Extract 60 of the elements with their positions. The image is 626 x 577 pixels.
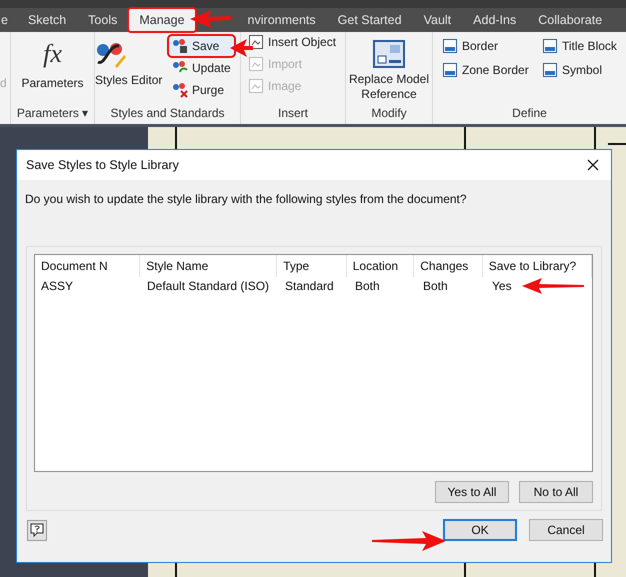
model-icon: [373, 40, 405, 68]
ribbon-tab[interactable]: Add-Ins: [462, 8, 528, 32]
parameters-button[interactable]: Parameters: [21, 76, 84, 90]
column-header[interactable]: Save to Library?: [482, 255, 592, 277]
frame-icon: [542, 62, 558, 78]
ribbon-tab[interactable]: Manage: [128, 8, 196, 32]
column-header[interactable]: Location: [346, 255, 414, 277]
styles-editor-button[interactable]: Styles Editor: [95, 73, 162, 87]
dialog-message: Do you wish to update the style library with the following styles from the document?: [24, 191, 468, 208]
dialog-title: Save Styles to Style Library: [26, 158, 179, 172]
ribbon-button[interactable]: Save: [169, 36, 234, 56]
dialog-button[interactable]: No to All: [519, 481, 593, 503]
table-cell-text: Yes: [491, 278, 512, 295]
ribbon-button[interactable]: Zone Border: [439, 60, 539, 80]
arrow-icon: [229, 38, 253, 58]
style-icon: [172, 82, 188, 98]
panel-title: Insert: [276, 106, 309, 122]
panel-title: Modify: [370, 106, 408, 122]
column-header[interactable]: Style Name: [140, 255, 278, 277]
ribbon-tab[interactable]: Get Started: [326, 8, 413, 32]
table-cell-text: Standard: [284, 278, 335, 295]
column-header[interactable]: Document N: [35, 255, 140, 277]
frame-icon: [442, 62, 458, 78]
ribbon-button[interactable]: Update: [169, 58, 234, 78]
help-icon[interactable]: [27, 520, 47, 540]
column-header[interactable]: Changes: [414, 255, 483, 277]
panel-title: Define: [511, 106, 548, 122]
ribbon-tab[interactable]: Tools: [77, 8, 128, 32]
document-icon: [248, 78, 264, 94]
table-cell-text: ASSY: [40, 278, 74, 295]
ribbon-tab[interactable]: Sketch: [16, 8, 78, 32]
ribbon-button[interactable]: Purge: [169, 80, 234, 100]
dialog-button[interactable]: Yes to All: [435, 481, 509, 503]
dialog-button[interactable]: Cancel: [529, 519, 603, 541]
close-icon[interactable]: [587, 159, 599, 171]
function-icon: fx: [43, 38, 62, 70]
document-icon: [248, 56, 264, 72]
dialog-button[interactable]: OK: [443, 519, 517, 541]
table-cell-text: Both: [422, 278, 449, 295]
panel-title: Styles and Standards: [109, 106, 226, 122]
ribbon-button[interactable]: Title Block: [539, 36, 626, 56]
frame-icon: [542, 38, 558, 54]
styles-icon: [95, 40, 127, 70]
table-cell-text: Default Standard (ISO): [146, 278, 270, 295]
ribbon-tab[interactable]: Vault: [412, 8, 462, 32]
arrow-icon: [520, 277, 586, 295]
ribbon-tab[interactable]: nvironments: [248, 8, 327, 32]
style-icon: [172, 38, 188, 54]
ribbon-button[interactable]: Symbol: [539, 60, 626, 80]
arrow-icon: [370, 530, 448, 552]
arrow-icon: [188, 9, 232, 29]
panel-title[interactable]: Parameters ▾: [11, 106, 94, 124]
column-header[interactable]: Type: [277, 255, 347, 277]
frame-icon: [442, 38, 458, 54]
replace-model-reference-button[interactable]: Replace Model Reference: [348, 72, 430, 102]
table-cell-text: Both: [354, 278, 381, 295]
ribbon-button[interactable]: Insert Object: [245, 32, 345, 52]
ribbon-tab[interactable]: e: [1, 8, 17, 32]
ribbon-tab[interactable]: Collaborate: [527, 8, 614, 32]
ribbon-button[interactable]: Border: [439, 36, 539, 56]
